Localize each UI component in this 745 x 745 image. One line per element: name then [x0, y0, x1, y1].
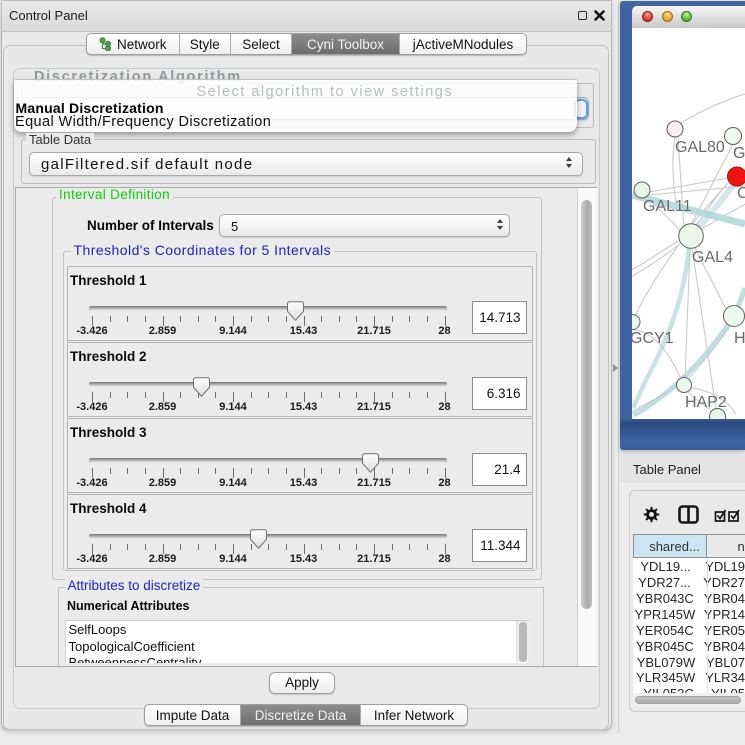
- svg-text:C: C: [737, 185, 745, 202]
- svg-text:HIS4: HIS4: [734, 330, 745, 347]
- svg-text:GAL11: GAL11: [643, 198, 692, 215]
- svg-text:GAL4: GAL4: [692, 249, 733, 266]
- svg-text:GCY1: GCY1: [632, 330, 674, 347]
- svg-text:HAP2: HAP2: [685, 394, 727, 411]
- svg-text:GAL80: GAL80: [675, 139, 725, 156]
- svg-text:GAL2: GAL2: [733, 145, 745, 162]
